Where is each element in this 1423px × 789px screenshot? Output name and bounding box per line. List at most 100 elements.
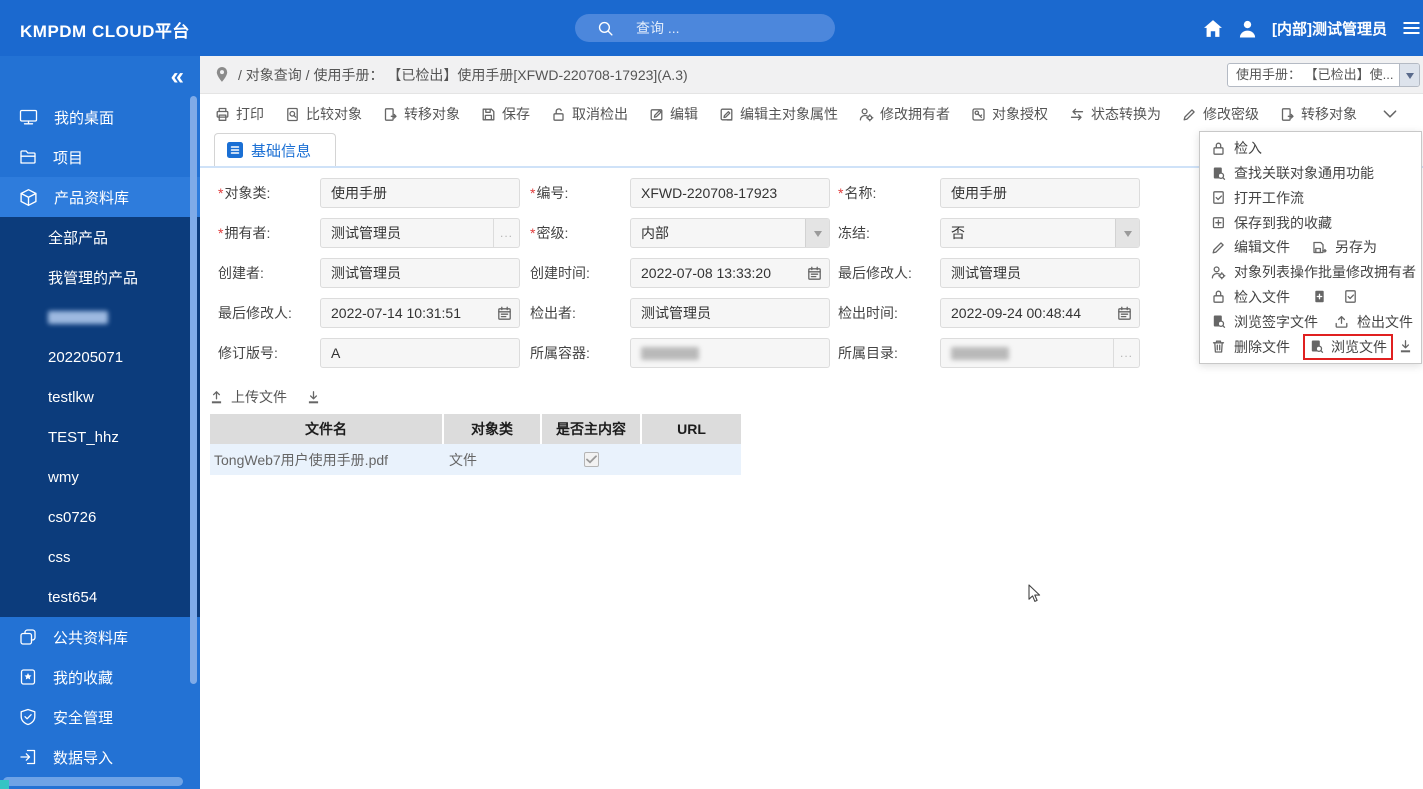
upload-icon: [209, 390, 224, 405]
download-file-icon-button[interactable]: [1398, 339, 1413, 354]
menu-item-view-file-highlighted[interactable]: 浏览文件: [1303, 334, 1393, 360]
directory-field[interactable]: ...: [940, 338, 1140, 368]
transfer-object-button[interactable]: 转移对象: [383, 104, 460, 124]
calendar-icon[interactable]: [807, 266, 822, 281]
current-user-label[interactable]: [内部]测试管理员: [1272, 18, 1387, 39]
user-gear-icon: [1211, 265, 1226, 280]
home-icon[interactable]: [1203, 19, 1223, 38]
subnav-item-testlkw[interactable]: testlkw: [0, 377, 200, 417]
transfer-object-button-2[interactable]: 转移对象: [1280, 104, 1357, 124]
sidebar-item-label: 我的桌面: [54, 107, 114, 128]
object-authorize-button[interactable]: 对象授权: [971, 104, 1048, 124]
calendar-icon[interactable]: [497, 306, 512, 321]
column-header-url: URL: [641, 414, 741, 444]
directory-picker-button[interactable]: ...: [1113, 339, 1139, 367]
menu-item-delete-file[interactable]: 删除文件: [1211, 337, 1290, 357]
select-arrow-button[interactable]: [1115, 219, 1139, 247]
subnav-item-wmy[interactable]: wmy: [0, 457, 200, 497]
top-bar: KMPDM CLOUD平台 [内部]测试管理员: [0, 0, 1423, 56]
upload-tray-icon: [1334, 314, 1349, 329]
edit-button[interactable]: 编辑: [649, 104, 698, 124]
hamburger-menu-icon[interactable]: [1402, 20, 1421, 36]
menu-item-find-related-objects[interactable]: 查找关联对象通用功能: [1211, 163, 1374, 183]
menu-item-view-signed-file[interactable]: 浏览签字文件: [1211, 312, 1318, 332]
object-class-field[interactable]: 使用手册: [320, 178, 520, 208]
sidebar-item-my-favorites[interactable]: 我的收藏: [0, 657, 200, 697]
sidebar-horizontal-scrollbar[interactable]: [3, 777, 183, 786]
subnav-item-test654[interactable]: test654: [0, 577, 200, 617]
dropdown-arrow-button[interactable]: [1399, 64, 1419, 86]
corner-accent: [0, 780, 9, 789]
create-time-field[interactable]: 2022-07-08 13:33:20: [630, 258, 830, 288]
sidebar-collapse-button[interactable]: «: [171, 62, 184, 92]
revision-field[interactable]: A: [320, 338, 520, 368]
search-input[interactable]: [636, 20, 806, 36]
document-check-icon-button[interactable]: [1343, 289, 1358, 304]
edit-main-object-attrs-button[interactable]: 编辑主对象属性: [719, 104, 838, 124]
number-field[interactable]: XFWD-220708-17923: [630, 178, 830, 208]
menu-item-open-workflow[interactable]: 打开工作流: [1211, 188, 1304, 208]
user-icon[interactable]: [1238, 19, 1257, 38]
tab-basic-info[interactable]: 基础信息: [214, 133, 336, 166]
subnav-item-css[interactable]: css: [0, 537, 200, 577]
table-row[interactable]: TongWeb7用户使用手册.pdf 文件: [210, 444, 741, 475]
checkout-time-field[interactable]: 2022-09-24 00:48:44: [940, 298, 1140, 328]
sidebar-item-data-import[interactable]: 数据导入: [0, 737, 200, 777]
sidebar-item-my-desktop[interactable]: 我的桌面: [0, 97, 200, 137]
subnav-item-test-hhz[interactable]: TEST_hhz: [0, 417, 200, 457]
sidebar-item-security[interactable]: 安全管理: [0, 697, 200, 737]
subnav-item-cs0726[interactable]: cs0726: [0, 497, 200, 537]
last-modified-time-field[interactable]: 2022-07-14 10:31:51: [320, 298, 520, 328]
checkout-user-field[interactable]: 测试管理员: [630, 298, 830, 328]
owner-field[interactable]: 测试管理员 ...: [320, 218, 520, 248]
subnav-item-redacted[interactable]: [0, 297, 200, 337]
sidebar-item-public-library[interactable]: 公共资料库: [0, 617, 200, 657]
calendar-icon[interactable]: [1117, 306, 1132, 321]
chevron-down-icon: [1406, 73, 1414, 83]
menu-item-save-to-favorites[interactable]: 保存到我的收藏: [1211, 213, 1332, 233]
column-header-object-class: 对象类: [443, 414, 541, 444]
file-table-header: 文件名 对象类 是否主内容 URL: [210, 414, 741, 444]
print-button[interactable]: 打印: [215, 104, 264, 124]
last-modifier-field[interactable]: 测试管理员: [940, 258, 1140, 288]
upload-file-button[interactable]: 上传文件: [209, 387, 287, 407]
object-selector-dropdown[interactable]: 使用手册： 【已检出】使...: [1227, 63, 1420, 87]
toolbar: 打印 比较对象 转移对象 保存 取消检出 编辑 编辑主对象属性 修改拥有者: [200, 94, 1423, 134]
compare-object-button[interactable]: 比较对象: [285, 104, 362, 124]
frozen-select[interactable]: 否: [940, 218, 1140, 248]
menu-item-check-in[interactable]: 检入: [1211, 138, 1262, 158]
save-button[interactable]: 保存: [481, 104, 530, 124]
change-security-level-button[interactable]: 修改密级: [1182, 104, 1259, 124]
document-plus-icon-button[interactable]: [1312, 289, 1327, 304]
subnav-item-202205071[interactable]: 202205071: [0, 337, 200, 377]
creator-field[interactable]: 测试管理员: [320, 258, 520, 288]
name-field[interactable]: 使用手册: [940, 178, 1140, 208]
sidebar-item-projects[interactable]: 项目: [0, 137, 200, 177]
menu-item-check-in-file[interactable]: 检入文件: [1211, 287, 1290, 307]
transfer-icon: [383, 107, 398, 122]
change-owner-button[interactable]: 修改拥有者: [859, 104, 950, 124]
subnav-item-all-products[interactable]: 全部产品: [0, 217, 200, 257]
menu-item-save-as[interactable]: 另存为: [1312, 237, 1377, 257]
menu-item-edit-file[interactable]: 编辑文件: [1211, 237, 1290, 257]
file-name-cell[interactable]: TongWeb7用户使用手册.pdf: [210, 444, 443, 475]
save-as-icon: [1312, 240, 1327, 255]
stacked-squares-icon: [19, 628, 37, 646]
project-folder-icon: [19, 148, 37, 166]
menu-item-batch-change-owner[interactable]: 对象列表操作批量修改拥有者: [1211, 262, 1416, 282]
toolbar-more-button[interactable]: [1381, 105, 1399, 123]
container-field[interactable]: [630, 338, 830, 368]
select-arrow-button[interactable]: [805, 219, 829, 247]
global-search[interactable]: [575, 14, 835, 42]
sidebar-vertical-scrollbar[interactable]: [190, 96, 197, 684]
download-file-button[interactable]: [306, 390, 321, 405]
owner-picker-button[interactable]: ...: [493, 219, 519, 247]
menu-item-check-out-file[interactable]: 检出文件: [1334, 312, 1413, 332]
check-icon: [586, 455, 597, 464]
state-transition-button[interactable]: 状态转换为: [1069, 104, 1161, 124]
security-level-select[interactable]: 内部: [630, 218, 830, 248]
cancel-checkout-button[interactable]: 取消检出: [551, 104, 628, 124]
file-actions-row: 上传文件: [200, 378, 1423, 414]
sidebar-item-product-library[interactable]: 产品资料库: [0, 177, 200, 217]
subnav-item-my-managed-products[interactable]: 我管理的产品: [0, 257, 200, 297]
